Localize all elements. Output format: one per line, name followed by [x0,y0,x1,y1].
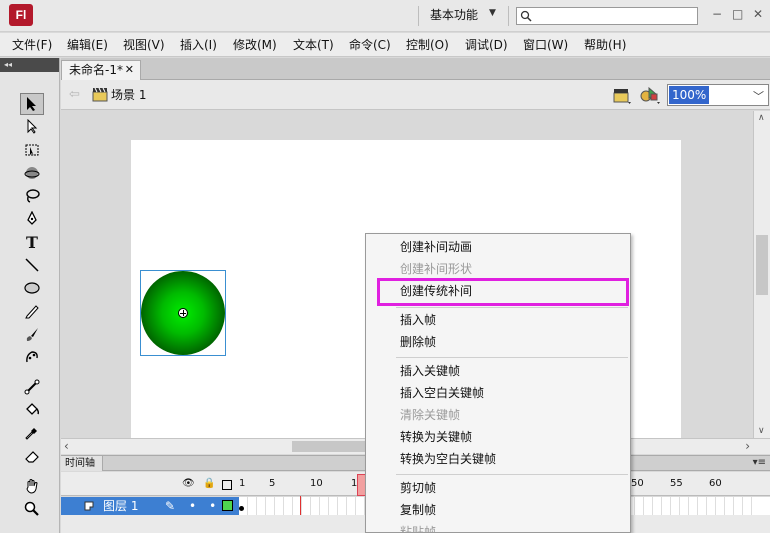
selection-tool-icon[interactable] [20,93,44,115]
menu-item-convert-to-keyframes[interactable]: 转换为关键帧 [400,429,472,445]
menu-item-cut-frames[interactable]: 剪切帧 [400,480,436,496]
menu-view[interactable]: 视图(V) [123,37,165,53]
layer-header[interactable]: 图层 1 ✎ •• [61,497,239,515]
pencil-tool-icon[interactable] [20,300,44,322]
collapse-panel-button[interactable]: ◂◂ [0,58,59,72]
divider [418,6,419,26]
scroll-left-icon[interactable]: ‹ [64,439,69,453]
registration-point-icon [178,308,188,318]
pen-tool-icon[interactable] [20,208,44,230]
menu-separator [396,357,628,358]
menu-help[interactable]: 帮助(H) [584,37,626,53]
menu-text[interactable]: 文本(T) [293,37,334,53]
menu-file[interactable]: 文件(F) [12,37,52,53]
menu-item-create-shape-tween: 创建补间形状 [400,262,473,276]
chevron-down-icon[interactable]: ﹀ [753,88,764,104]
edit-symbols-icon[interactable] [639,85,661,108]
lasso-tool-icon[interactable] [20,185,44,207]
flash-logo: Fl [9,4,33,26]
maximize-button[interactable]: □ [732,7,743,21]
3d-rotation-tool-icon[interactable] [20,162,44,184]
layer-name[interactable]: 图层 1 [103,497,138,515]
tab-title: 未命名-1* [69,63,123,77]
paint-bucket-tool-icon[interactable] [20,399,44,421]
frame-number: 10 [310,478,323,489]
menu-item-insert-frame[interactable]: 插入帧 [400,312,436,328]
frame-number: 55 [670,478,683,489]
menu-separator [396,307,628,308]
menu-item-remove-frames[interactable]: 删除帧 [400,334,436,350]
frame-number: 5 [269,478,276,489]
menu-separator [396,474,628,475]
scroll-up-icon[interactable]: ∧ [758,113,765,123]
menu-item-convert-to-blank-keyframes[interactable]: 转换为空白关键帧 [400,451,496,467]
back-arrow-icon[interactable]: ⇦ [69,87,80,102]
scene-breadcrumb[interactable]: 场景 1 [111,87,146,103]
keyframe[interactable] [239,506,244,511]
outline-icon[interactable] [222,480,232,490]
eraser-tool-icon[interactable] [20,445,44,467]
search-icon [520,10,532,22]
menu-item-insert-keyframe[interactable]: 插入关键帧 [400,363,460,379]
frame-number: 1 [239,478,246,489]
scroll-right-icon[interactable]: › [745,439,750,453]
panel-menu-icon[interactable]: ▾≡ [753,457,766,468]
edit-bar: ⇦ 场景 1 100% ﹀ [61,80,770,110]
search-input[interactable] [516,7,698,25]
pencil-icon: ✎ [165,499,176,513]
frame-number: 50 [631,478,644,489]
layer-icon [84,501,94,511]
menu-commands[interactable]: 命令(C) [349,37,391,53]
lock-icon[interactable]: 🔒 [203,478,215,489]
scene-clapper-icon [92,87,108,105]
close-button[interactable]: ✕ [753,7,763,21]
menu-item-clear-keyframe: 清除关键帧 [400,408,461,422]
subselection-tool-icon[interactable] [20,116,44,138]
menu-item-insert-blank-keyframe[interactable]: 插入空白关键帧 [400,385,484,401]
menu-bar: 文件(F) 编辑(E) 视图(V) 插入(I) 修改(M) 文本(T) 命令(C… [0,33,770,57]
menu-debug[interactable]: 调试(D) [465,37,508,53]
brush-tool-icon[interactable] [20,323,44,345]
vertical-scrollbar[interactable]: ∧ ∨ [753,111,770,438]
free-transform-tool-icon[interactable] [20,139,44,161]
title-bar: Fl 基本功能 ▼ − □ ✕ [0,0,770,32]
menu-edit[interactable]: 编辑(E) [67,37,108,53]
zoom-tool-icon[interactable] [20,498,44,520]
deco-tool-icon[interactable] [20,346,44,368]
eyedropper-tool-icon[interactable] [20,422,44,444]
text-tool-icon[interactable]: T [20,231,44,253]
document-tabbar: 未命名-1* ✕ [61,58,770,80]
menu-control[interactable]: 控制(O) [406,37,449,53]
menu-window[interactable]: 窗口(W) [523,37,568,53]
menu-item-paste-frames: 粘贴帧 [400,525,437,533]
scroll-thumb[interactable] [756,235,768,295]
divider [508,6,509,26]
edit-scene-icon[interactable] [612,85,632,108]
minimize-button[interactable]: − [712,7,722,21]
oval-tool-icon[interactable] [20,277,44,299]
scroll-down-icon[interactable]: ∨ [758,426,765,436]
tab-timeline[interactable]: 时间轴 [61,456,103,471]
bone-tool-icon[interactable] [20,376,44,398]
menu-item-create-motion-tween[interactable]: 创建补间动画 [400,239,472,255]
menu-insert[interactable]: 插入(I) [180,37,217,53]
chevron-down-icon[interactable]: ▼ [489,8,496,18]
zoom-select[interactable]: 100% ﹀ [667,84,769,106]
layer-outline-color[interactable] [222,500,233,511]
highlight-annotation [377,278,629,306]
line-tool-icon[interactable] [20,254,44,276]
tools-panel: ◂◂ T [0,58,60,533]
menu-item-copy-frames[interactable]: 复制帧 [400,502,436,518]
close-icon[interactable]: ✕ [125,61,134,79]
frame-number: 60 [709,478,722,489]
menu-modify[interactable]: 修改(M) [233,37,277,53]
eye-icon[interactable]: 👁 [182,478,195,489]
hand-tool-icon[interactable] [20,475,44,497]
zoom-value: 100% [669,86,710,104]
workspace-switcher[interactable]: 基本功能 [430,7,478,23]
tab-document[interactable]: 未命名-1* ✕ [61,60,141,80]
